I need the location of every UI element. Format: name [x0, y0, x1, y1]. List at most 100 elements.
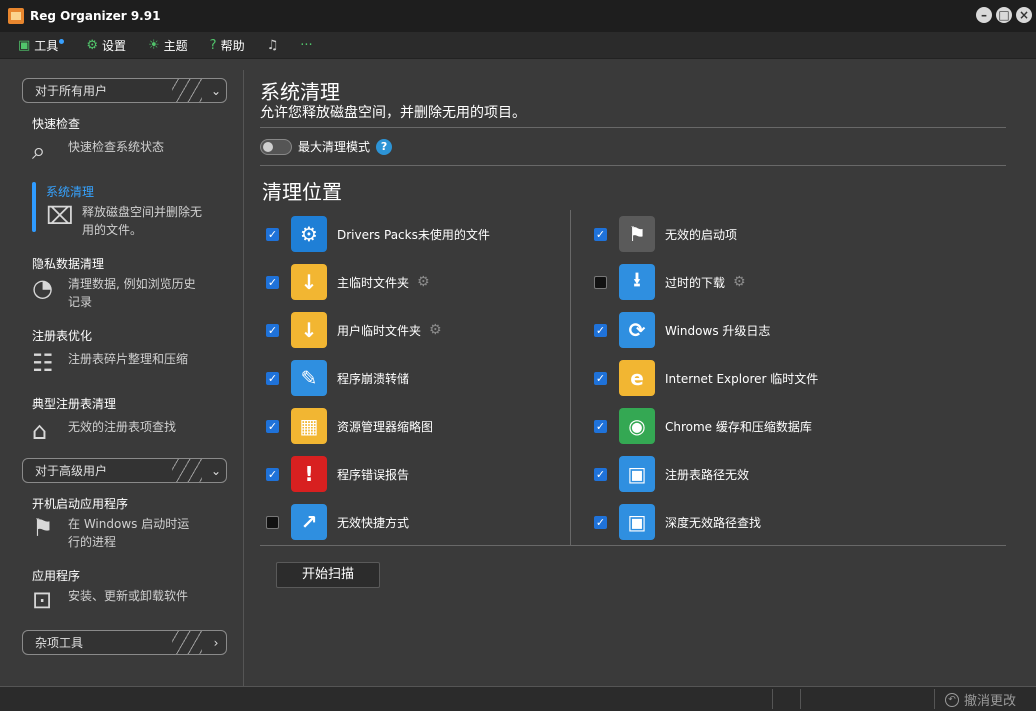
stripes-decoration	[172, 459, 202, 482]
stripes-decoration	[172, 631, 202, 654]
startup-flag-icon: ⚑	[619, 216, 655, 252]
location-item[interactable]: ✓ ◉ Chrome 缓存和压缩数据库	[594, 402, 894, 450]
group-advanced-label: 对于高级用户	[35, 464, 108, 478]
undo-changes-button[interactable]: ↶ 撤消更改	[944, 690, 1016, 709]
location-item[interactable]: ⭳ 过时的下载 ⚙	[594, 258, 894, 306]
menu-tools-label: 工具	[34, 38, 59, 53]
menu-bar: ▣ 工具 ⚙ 设置 ☀ 主题 ? 帮助 ♫ ···	[0, 32, 1036, 59]
location-checkbox[interactable]: ✓	[594, 419, 607, 433]
location-item[interactable]: ✓ e Internet Explorer 临时文件	[594, 354, 894, 402]
menu-theme[interactable]: ☀ 主题	[148, 37, 188, 54]
user-temp-folder-icon: ↓	[291, 312, 327, 348]
download-icon: ⭳	[619, 264, 655, 300]
location-label: 深度无效路径查找	[665, 515, 762, 530]
error-report-icon: !	[291, 456, 327, 492]
undo-icon: ↶	[944, 692, 959, 707]
status-separator	[934, 689, 935, 709]
location-label: 程序崩溃转储	[337, 371, 410, 386]
close-button[interactable]: ×	[1016, 7, 1032, 23]
app-box-icon: ⊡	[32, 586, 53, 614]
location-label: 程序错误报告	[337, 467, 410, 482]
menu-more[interactable]: ···	[300, 38, 312, 53]
registry-defrag-icon: ☷	[32, 349, 54, 377]
location-label: Drivers Packs未使用的文件	[337, 227, 490, 242]
location-label: 用户临时文件夹	[337, 323, 422, 338]
max-mode-row: 最大清理模式 ?	[260, 138, 393, 155]
location-item[interactable]: ✓ ↓ 主临时文件夹 ⚙	[266, 258, 566, 306]
location-checkbox[interactable]: ✓	[266, 419, 279, 433]
divider	[260, 545, 1006, 546]
location-label: Windows 升级日志	[665, 323, 771, 338]
location-checkbox[interactable]: ✓	[594, 515, 607, 529]
location-item[interactable]: ↗ 无效快捷方式	[266, 498, 566, 546]
notification-dot	[59, 38, 65, 44]
max-mode-label: 最大清理模式	[298, 140, 371, 154]
location-checkbox[interactable]	[266, 515, 279, 529]
location-checkbox[interactable]: ✓	[266, 275, 279, 289]
location-checkbox[interactable]: ✓	[266, 227, 279, 241]
registry-path-icon: ▣	[619, 456, 655, 492]
menu-tools[interactable]: ▣ 工具	[18, 37, 65, 54]
menu-help[interactable]: ? 帮助	[210, 37, 245, 54]
menu-settings-label: 设置	[101, 38, 126, 53]
undo-label: 撤消更改	[963, 694, 1016, 709]
menu-help-label: 帮助	[220, 38, 245, 53]
location-item[interactable]: ✓! 程序错误报告	[266, 450, 566, 498]
location-label: Internet Explorer 临时文件	[665, 371, 819, 386]
status-separator	[800, 689, 801, 709]
location-item[interactable]: ✓ ✎ 程序崩溃转储	[266, 354, 566, 402]
group-advanced-dropdown[interactable]: 对于高级用户 ⌄	[22, 458, 227, 483]
location-checkbox[interactable]	[594, 275, 607, 289]
column-divider	[570, 210, 571, 546]
settings-gear-icon[interactable]: ⚙	[733, 274, 746, 290]
startup-flag-gear-icon: ⚑	[32, 514, 54, 542]
location-checkbox[interactable]: ✓	[594, 227, 607, 241]
sidebar-item-registry-optimize[interactable]: 注册表优化 ☷ 注册表碎片整理和压缩	[32, 327, 242, 379]
menu-settings[interactable]: ⚙ 设置	[86, 37, 126, 54]
group-misc-label: 杂项工具	[35, 636, 84, 650]
group-misc-tools[interactable]: 杂项工具 ›	[22, 630, 227, 655]
location-item[interactable]: ✓ ▣ 深度无效路径查找	[594, 498, 894, 546]
location-item[interactable]: ✓ ⚑ 无效的启动项	[594, 210, 894, 258]
location-checkbox[interactable]: ✓	[266, 467, 279, 481]
sidebar-item-startup-apps[interactable]: 开机启动应用程序 ⚑ 在 Windows 启动时运行的进程	[32, 495, 242, 551]
sidebar-item-applications[interactable]: 应用程序 ⊡ 安装、更新或卸载软件	[32, 567, 242, 616]
nav-desc: 在 Windows 启动时运行的进程	[68, 517, 190, 549]
max-mode-toggle[interactable]	[260, 138, 292, 155]
location-item[interactable]: ✓ ⚙ Drivers Packs未使用的文件	[266, 210, 566, 258]
divider	[260, 165, 1006, 166]
minimize-button[interactable]: –	[976, 7, 992, 23]
sidebar-item-quick-check[interactable]: 快速检查 ⌕ 快速检查系统状态	[32, 115, 242, 167]
location-checkbox[interactable]: ✓	[594, 467, 607, 481]
sidebar-item-privacy-cleanup[interactable]: 隐私数据清理 ◔ 清理数据, 例如浏览历史记录	[32, 255, 242, 311]
location-item[interactable]: ✓ ▣ 注册表路径无效	[594, 450, 894, 498]
nav-title: 典型注册表清理	[32, 397, 117, 411]
location-checkbox[interactable]: ✓	[266, 323, 279, 337]
location-item[interactable]: ✓ ↓ 用户临时文件夹 ⚙	[266, 306, 566, 354]
nav-desc: 快速检查系统状态	[68, 140, 165, 154]
location-checkbox[interactable]: ✓	[594, 371, 607, 385]
location-item[interactable]: ✓ ▦ 资源管理器缩略图	[266, 402, 566, 450]
broken-shortcut-icon: ↗	[291, 504, 327, 540]
menu-notifications[interactable]: ♫	[267, 38, 279, 53]
status-bar: ↶ 撤消更改	[0, 686, 1036, 711]
settings-gear-icon[interactable]: ⚙	[429, 322, 442, 338]
start-scan-button[interactable]: 开始扫描	[276, 562, 380, 588]
magnifier-check-icon: ⌕	[32, 137, 46, 165]
settings-gear-icon[interactable]: ⚙	[417, 274, 430, 290]
chrome-icon: ◉	[619, 408, 655, 444]
maximize-button[interactable]: □	[996, 7, 1012, 23]
chevron-right-icon: ›	[213, 635, 219, 650]
cleanup-brush-icon: ⌧	[46, 202, 74, 230]
help-icon[interactable]: ?	[376, 138, 393, 155]
location-checkbox[interactable]: ✓	[266, 371, 279, 385]
stripes-decoration	[172, 79, 202, 102]
sidebar-item-registry-cleanup[interactable]: 典型注册表清理 ⌂ 无效的注册表项查找	[32, 395, 242, 447]
drivers-gear-icon: ⚙	[291, 216, 327, 252]
group-all-users-dropdown[interactable]: 对于所有用户 ⌄	[22, 78, 227, 103]
location-item[interactable]: ✓ ⟳ Windows 升级日志	[594, 306, 894, 354]
deep-path-icon: ▣	[619, 504, 655, 540]
location-checkbox[interactable]: ✓	[594, 323, 607, 337]
sidebar-item-system-cleanup[interactable]: 系统清理 ⌧ 释放磁盘空间并删除无用的文件。	[46, 183, 256, 239]
nav-desc: 清理数据, 例如浏览历史记录	[68, 277, 196, 309]
